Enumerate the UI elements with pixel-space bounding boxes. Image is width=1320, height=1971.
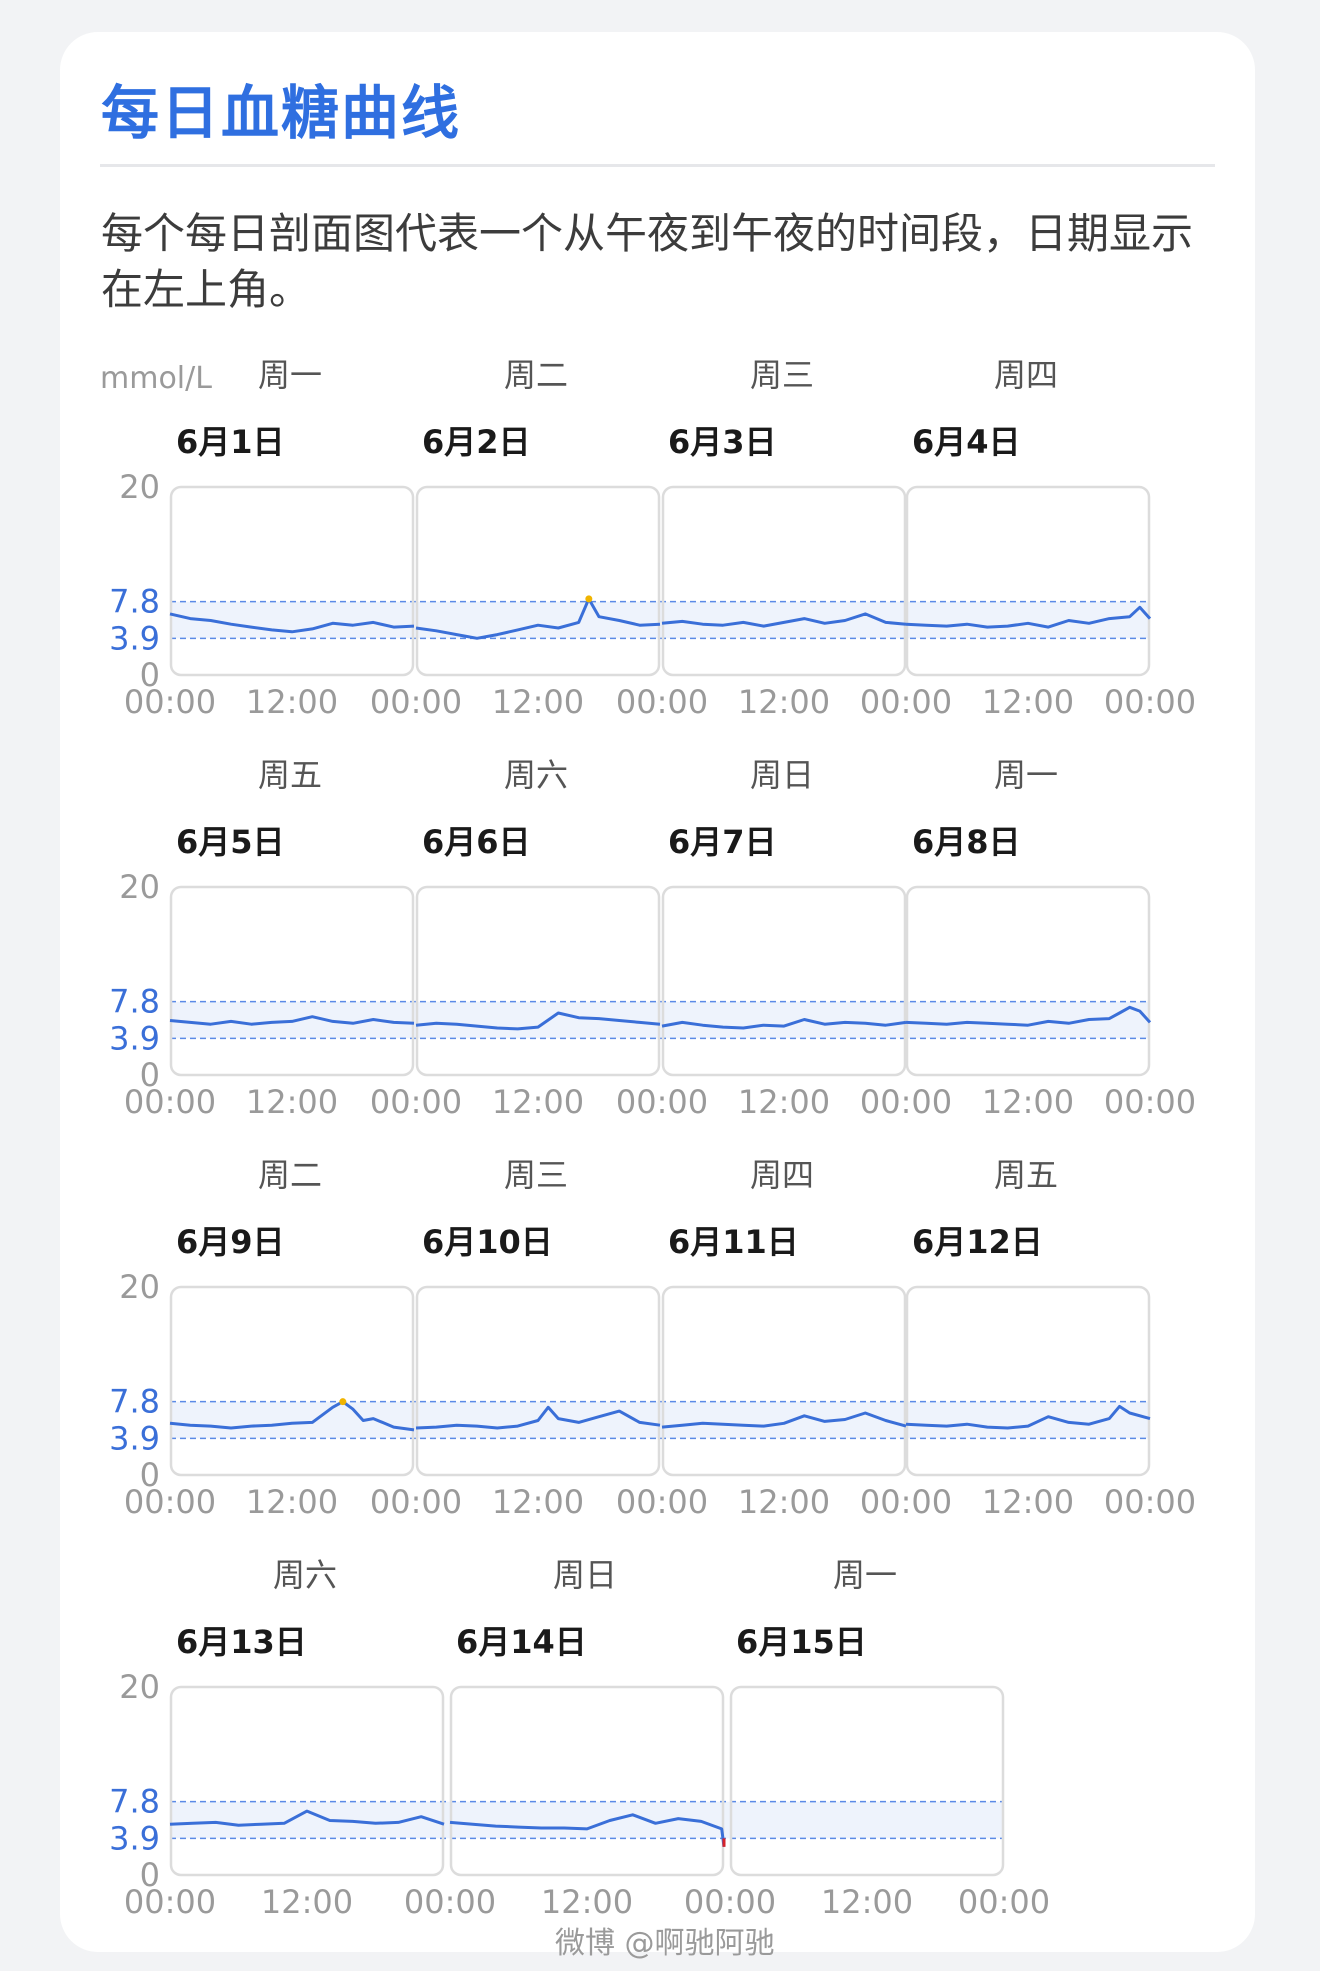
watermark: 微博 @啊驰阿驰 [555,1926,775,1961]
weekday-label: 周六 [273,1556,337,1594]
x-tick-label: 12:00 [541,1883,633,1921]
y-tick-label: 3.9 [109,1419,160,1457]
x-tick-label: 00:00 [958,1883,1050,1921]
y-tick-label: 20 [119,1268,160,1306]
day-panel [415,1285,661,1477]
x-tick-label: 00:00 [616,1083,708,1121]
y-tick-label: 7.8 [109,583,160,621]
daily-profiles-chart: mmol/L 周一6月1日周二6月2日周三6月3日周四6月4日207.83.900… [100,356,1196,1921]
x-tick-label: 12:00 [738,1483,830,1521]
x-tick-label: 12:00 [982,683,1074,721]
weekday-label: 周四 [750,1156,814,1194]
high-reading-marker [339,1398,347,1406]
y-tick-label: 7.8 [109,983,160,1021]
x-tick-label: 00:00 [860,683,952,721]
x-tick-label: 00:00 [370,1483,462,1521]
x-tick-label: 00:00 [124,1883,216,1921]
x-tick-label: 00:00 [616,683,708,721]
day-panel [169,1685,445,1877]
x-tick-label: 00:00 [616,1483,708,1521]
x-tick-label: 12:00 [982,1083,1074,1121]
x-tick-label: 00:00 [124,1483,216,1521]
x-tick-label: 00:00 [404,1883,496,1921]
y-tick-label: 7.8 [109,1383,160,1421]
weekday-label: 周一 [258,356,322,394]
weekday-label: 周三 [750,356,814,394]
y-tick-label: 3.9 [109,1819,160,1857]
date-label: 6月9日 [176,1223,285,1261]
day-panel [905,885,1151,1077]
y-tick-label: 3.9 [109,619,160,657]
x-tick-label: 12:00 [246,1483,338,1521]
x-tick-label: 00:00 [124,683,216,721]
day-panel [415,485,661,677]
x-tick-label: 00:00 [370,1083,462,1121]
day-panel [169,1285,415,1477]
x-tick-label: 12:00 [492,1083,584,1121]
weekday-label: 周一 [833,1556,897,1594]
y-tick-label: 3.9 [109,1019,160,1057]
day-panel [449,1685,725,1877]
high-reading-marker [585,595,593,603]
unit-label: mmol/L [100,361,212,396]
x-tick-label: 12:00 [492,683,584,721]
date-label: 6月1日 [176,423,285,461]
x-tick-label: 12:00 [246,1083,338,1121]
y-tick-label: 20 [119,868,160,906]
weekday-label: 周日 [750,756,814,794]
date-label: 6月4日 [912,423,1021,461]
date-label: 6月5日 [176,823,285,861]
weekday-label: 周五 [994,1156,1058,1194]
date-label: 6月3日 [668,423,777,461]
x-tick-label: 12:00 [261,1883,353,1921]
day-panel [661,485,907,677]
x-tick-label: 12:00 [246,683,338,721]
y-tick-label: 20 [119,468,160,506]
weekday-label: 周四 [994,356,1058,394]
date-label: 6月10日 [422,1223,553,1261]
weekday-label: 周二 [258,1156,322,1194]
day-panel [169,885,415,1077]
day-panel [661,885,907,1077]
date-label: 6月8日 [912,823,1021,861]
x-tick-label: 00:00 [860,1483,952,1521]
x-tick-label: 00:00 [684,1883,776,1921]
date-label: 6月14日 [456,1623,587,1661]
y-tick-label: 7.8 [109,1783,160,1821]
weekday-label: 周六 [504,756,568,794]
day-panel [661,1285,907,1477]
date-label: 6月15日 [736,1623,867,1661]
date-label: 6月12日 [912,1223,1043,1261]
x-tick-label: 00:00 [1104,683,1196,721]
x-tick-label: 12:00 [738,683,830,721]
date-label: 6月2日 [422,423,531,461]
weekday-label: 周一 [994,756,1058,794]
date-label: 6月11日 [668,1223,799,1261]
day-panel [169,485,415,677]
day-panel [729,1685,1005,1877]
x-tick-label: 00:00 [124,1083,216,1121]
x-tick-label: 00:00 [1104,1083,1196,1121]
date-label: 6月13日 [176,1623,307,1661]
x-tick-label: 12:00 [821,1883,913,1921]
weekday-label: 周二 [504,356,568,394]
weekday-label: 周日 [553,1556,617,1594]
x-tick-label: 00:00 [860,1083,952,1121]
x-tick-label: 12:00 [982,1483,1074,1521]
day-panel [905,1285,1151,1477]
day-panel [905,485,1151,677]
x-tick-label: 12:00 [492,1483,584,1521]
y-tick-label: 20 [119,1668,160,1706]
x-tick-label: 12:00 [738,1083,830,1121]
weekday-label: 周三 [504,1156,568,1194]
day-panel [415,885,661,1077]
date-label: 6月6日 [422,823,531,861]
x-tick-label: 00:00 [370,683,462,721]
target-range-band [170,1801,1004,1839]
weekday-label: 周五 [258,756,322,794]
x-tick-label: 00:00 [1104,1483,1196,1521]
date-label: 6月7日 [668,823,777,861]
